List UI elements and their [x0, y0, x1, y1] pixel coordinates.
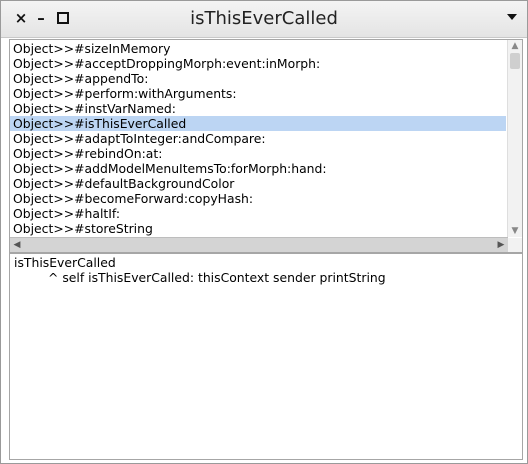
list-item[interactable]: Object>>#sizeInMemory — [10, 41, 506, 56]
maximize-icon[interactable] — [55, 10, 71, 26]
list-item[interactable]: Object>>#adaptToInteger:andCompare: — [10, 131, 506, 146]
minimize-icon[interactable]: – — [33, 10, 49, 26]
method-selector-line[interactable]: isThisEverCalled — [14, 255, 116, 270]
list-item[interactable]: Object>>#defaultBackgroundColor — [10, 176, 506, 191]
chevron-down-icon[interactable] — [507, 14, 517, 20]
method-list-pane[interactable]: Object>>#sizeInMemory Object>>#acceptDrop… — [9, 39, 523, 253]
list-item[interactable]: Object>>#becomeForward:copyHash: — [10, 191, 506, 206]
list-item[interactable]: Object>>#perform:withArguments: — [10, 86, 506, 101]
horizontal-scrollbar[interactable]: ◀ ▶ — [10, 237, 508, 252]
window-title: isThisEverCalled — [190, 8, 338, 29]
list-item[interactable]: Object>>#addModelMenuItemsTo:forMorph:ha… — [10, 161, 506, 176]
vertical-scrollbar[interactable]: ▲ ▼ — [507, 40, 522, 237]
method-browser-window: × – isThisEverCalled Object>>#sizeInMemo… — [0, 0, 528, 464]
vertical-scroll-thumb[interactable] — [510, 53, 520, 69]
scroll-right-icon[interactable]: ▶ — [494, 238, 508, 252]
scroll-corner — [508, 238, 522, 252]
close-icon[interactable]: × — [13, 10, 29, 26]
scroll-up-icon[interactable]: ▲ — [508, 40, 522, 52]
source-code-pane[interactable]: isThisEverCalled ^ self isThisEverCalled… — [9, 253, 523, 460]
list-item[interactable]: Object>>#acceptDroppingMorph:event:inMor… — [10, 56, 506, 71]
list-item[interactable]: Object>>#appendTo: — [10, 71, 506, 86]
list-item[interactable]: Object>>#haltIf: — [10, 206, 506, 221]
list-item[interactable]: Object>>#isThisEverCalled — [10, 116, 506, 131]
list-item[interactable]: Object>>#storeString — [10, 221, 506, 236]
scroll-left-icon[interactable]: ◀ — [10, 238, 24, 252]
list-item[interactable]: Object>>#rebindOn:at: — [10, 146, 506, 161]
scroll-down-icon[interactable]: ▼ — [508, 225, 522, 237]
method-body-line[interactable]: ^ self isThisEverCalled: thisContext sen… — [48, 270, 386, 285]
list-item[interactable]: Object>>#instVarNamed: — [10, 101, 506, 116]
method-list[interactable]: Object>>#sizeInMemory Object>>#acceptDrop… — [10, 41, 506, 236]
title-bar[interactable]: × – isThisEverCalled — [1, 1, 527, 38]
